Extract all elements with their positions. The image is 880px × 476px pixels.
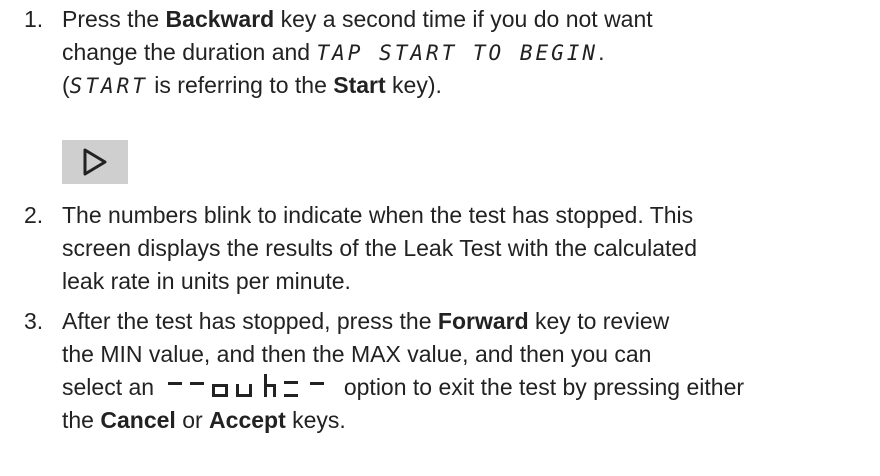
- display-message: START: [69, 74, 148, 98]
- text: Press the: [62, 6, 166, 32]
- text: key a second time if you do not want: [274, 6, 653, 32]
- step-line: leak rate in units per minute.: [62, 268, 351, 294]
- step-line: change the duration and TAP START TO BEG…: [62, 36, 862, 69]
- step-line: After the test has stopped, press the Fo…: [62, 305, 862, 338]
- text: change the duration and: [62, 39, 317, 65]
- quit-display-glyph: [168, 374, 325, 397]
- text: .: [598, 39, 605, 65]
- step-text: After the test has stopped, press the Fo…: [62, 305, 862, 437]
- text: key).: [385, 72, 442, 98]
- step-line: the MIN value, and then the MAX value, a…: [62, 341, 652, 367]
- key-name-start: Start: [333, 72, 386, 98]
- text: option to exit the test by pressing eith…: [337, 374, 745, 400]
- play-triangle-icon: [83, 148, 107, 176]
- key-name-accept: Accept: [209, 407, 286, 433]
- key-name-forward: Forward: [437, 308, 529, 334]
- text: the: [62, 407, 101, 433]
- text: After the test has stopped, press the: [62, 308, 438, 334]
- step-number: 1.: [24, 6, 44, 32]
- step-number: 3.: [24, 308, 44, 334]
- step-line: The numbers blink to indicate when the t…: [62, 202, 694, 228]
- step-number: 2.: [24, 202, 44, 228]
- step-text: Press the Backward key a second time if …: [62, 3, 862, 102]
- step-line: (START is referring to the Start key).: [62, 69, 862, 102]
- key-name-backward: Backward: [165, 6, 275, 32]
- text: (: [62, 72, 70, 98]
- step-line: screen displays the results of the Leak …: [62, 235, 697, 261]
- text: keys.: [285, 407, 346, 433]
- step-text: The numbers blink to indicate when the t…: [62, 199, 862, 298]
- text: is referring to the: [147, 72, 334, 98]
- start-key-image: [62, 140, 128, 184]
- display-message: TAP START TO BEGIN: [316, 41, 599, 65]
- key-name-cancel: Cancel: [100, 407, 176, 433]
- text: select an: [62, 374, 161, 400]
- step-line: select an option to exit the test by pre…: [62, 371, 862, 404]
- step-line: Press the Backward key a second time if …: [62, 3, 862, 36]
- step-line: the Cancel or Accept keys.: [62, 404, 862, 437]
- text: or: [175, 407, 210, 433]
- text: key to review: [528, 308, 670, 334]
